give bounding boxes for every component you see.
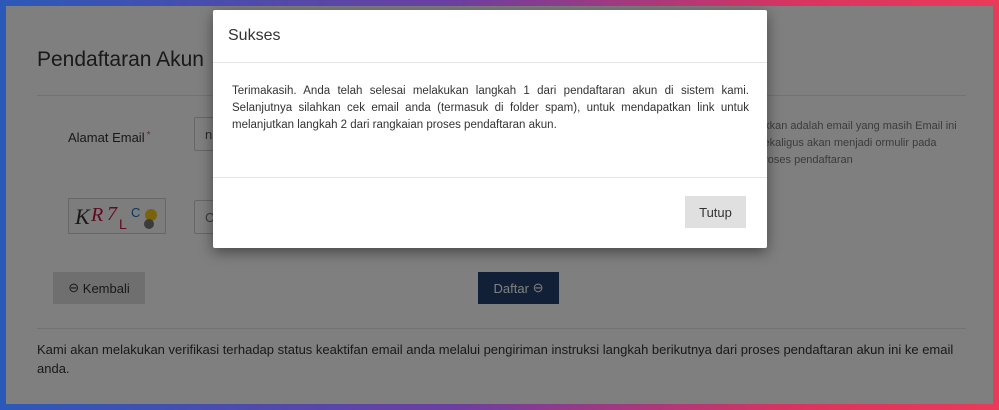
page-frame: Pendaftaran Akun Alamat Email* ukkan ada… (6, 6, 993, 404)
modal-header: Sukses (213, 10, 767, 63)
modal-title: Sukses (228, 27, 281, 44)
modal-body-text: Terimakasih. Anda telah selesai melakuka… (232, 85, 749, 131)
success-modal: Sukses Terimakasih. Anda telah selesai m… (213, 10, 767, 248)
modal-footer-divider (213, 177, 767, 178)
close-button[interactable]: Tutup (685, 196, 746, 228)
